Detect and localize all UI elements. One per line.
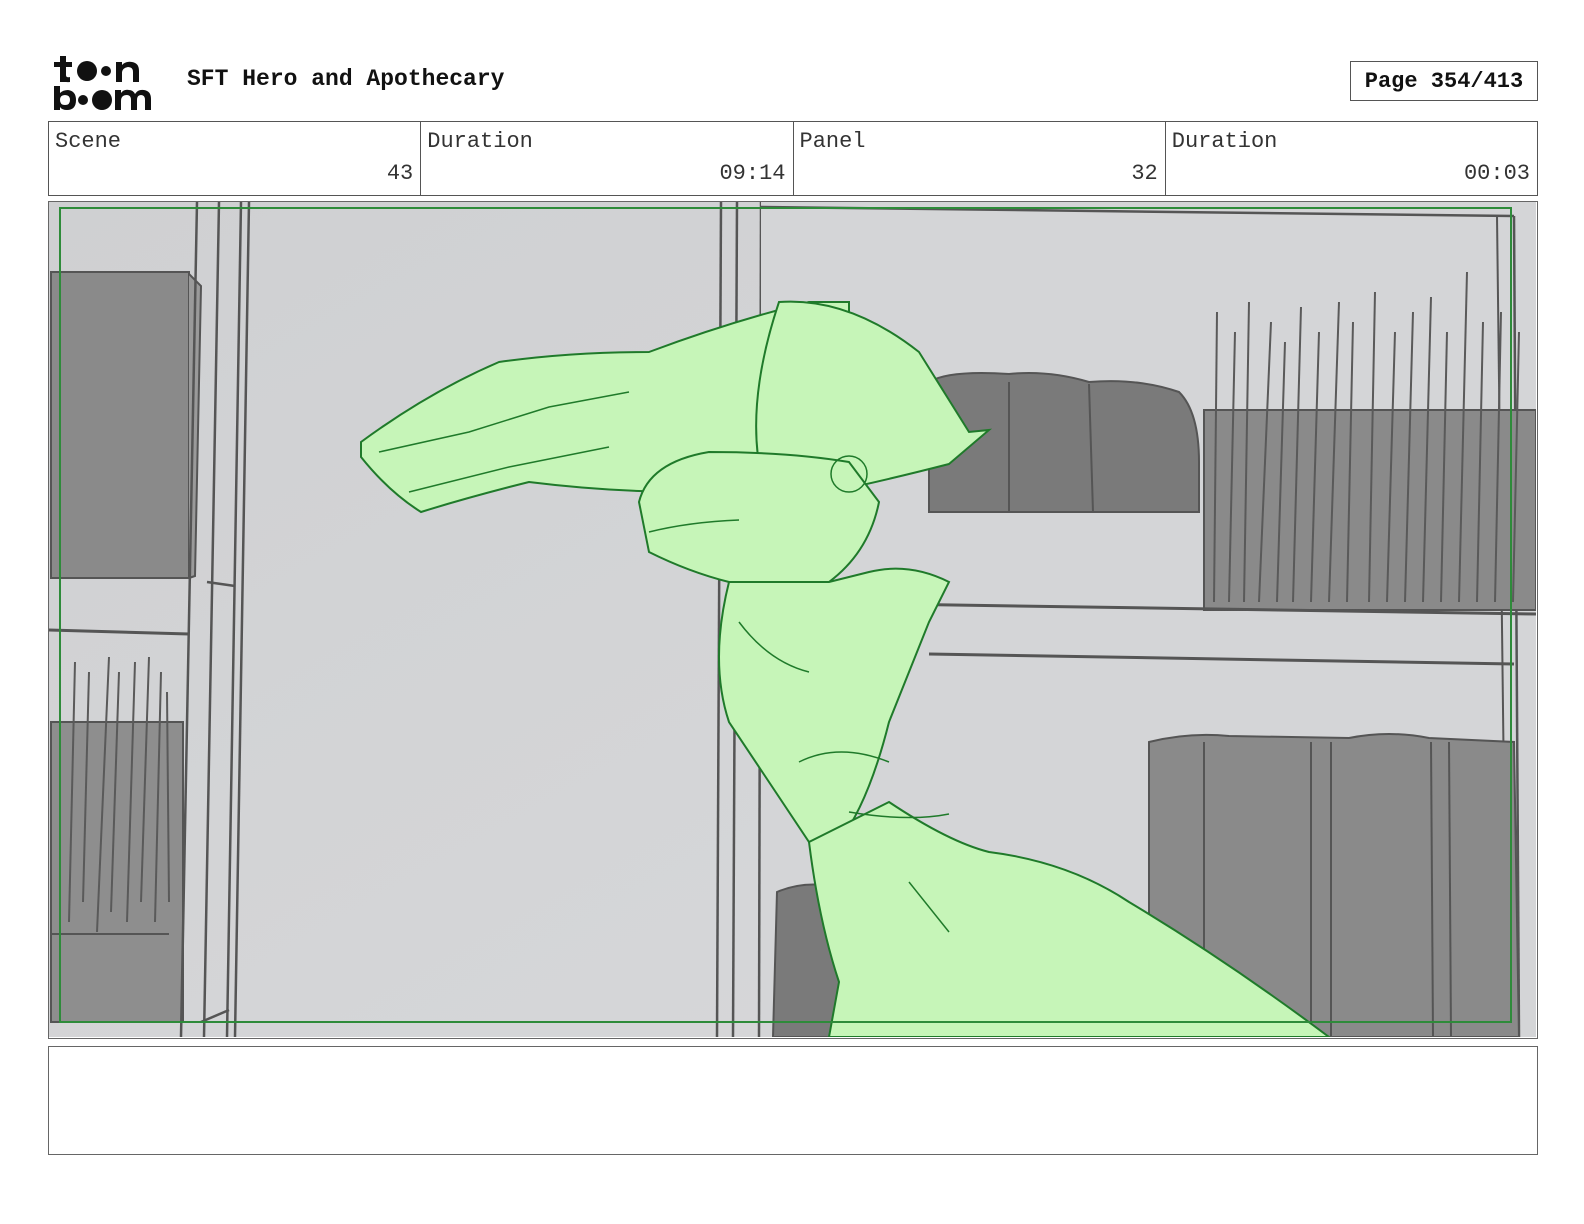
toon-boom-logo (50, 52, 166, 112)
scene-value: 43 (386, 161, 414, 186)
scene-label: Scene (55, 129, 122, 154)
page-indicator: Page 354/413 (1350, 61, 1538, 101)
scene-duration-cell: Duration 09:14 (421, 122, 794, 195)
panel-duration-label: Duration (1171, 129, 1278, 154)
panel-duration-cell: Duration 00:03 (1166, 122, 1537, 195)
scene-duration-label: Duration (427, 129, 533, 154)
project-title: SFT Hero and Apothecary (187, 66, 505, 92)
panel-notes-box (48, 1046, 1538, 1155)
scene-duration-value: 09:14 (719, 161, 786, 186)
storyboard-sketch-illustration (49, 202, 1536, 1037)
panel-cell: Panel 32 (794, 122, 1166, 195)
panel-value: 32 (1131, 161, 1158, 186)
scene-info-table: Scene 43 Duration 09:14 Panel 32 Duratio… (48, 121, 1538, 196)
scene-cell: Scene 43 (49, 122, 422, 195)
panel-label: Panel (799, 129, 866, 154)
storyboard-panel-image (48, 201, 1538, 1039)
panel-duration-value: 00:03 (1463, 161, 1530, 186)
